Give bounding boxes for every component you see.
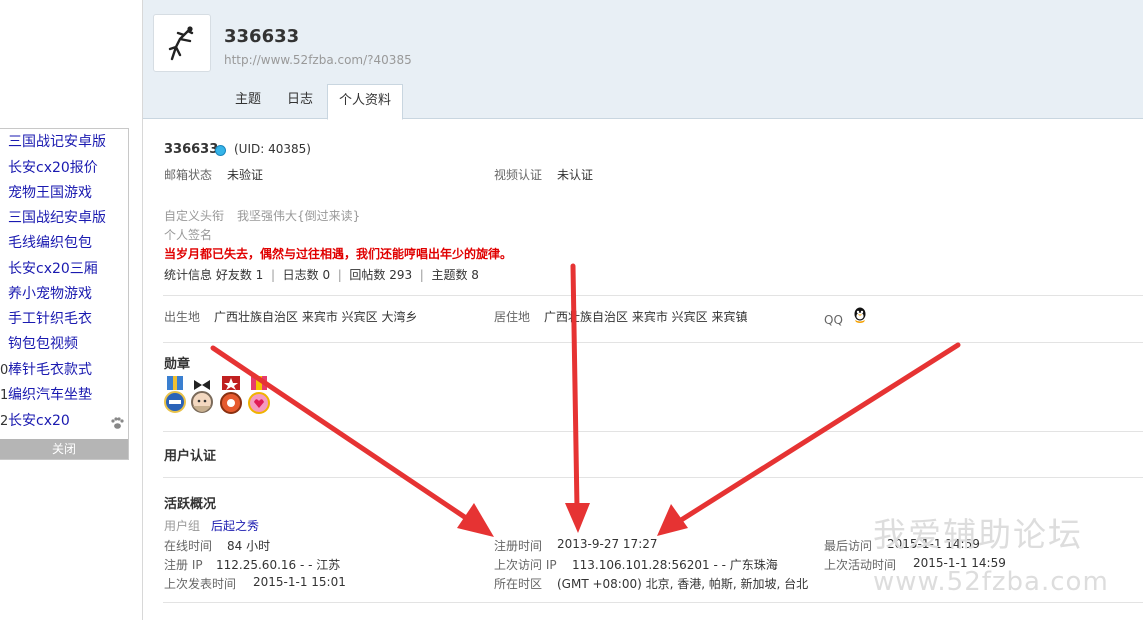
arrow-from-top (565, 263, 590, 533)
annotation-arrows (210, 263, 961, 537)
arrow-from-right (657, 342, 961, 536)
arrow-from-left (210, 345, 494, 537)
